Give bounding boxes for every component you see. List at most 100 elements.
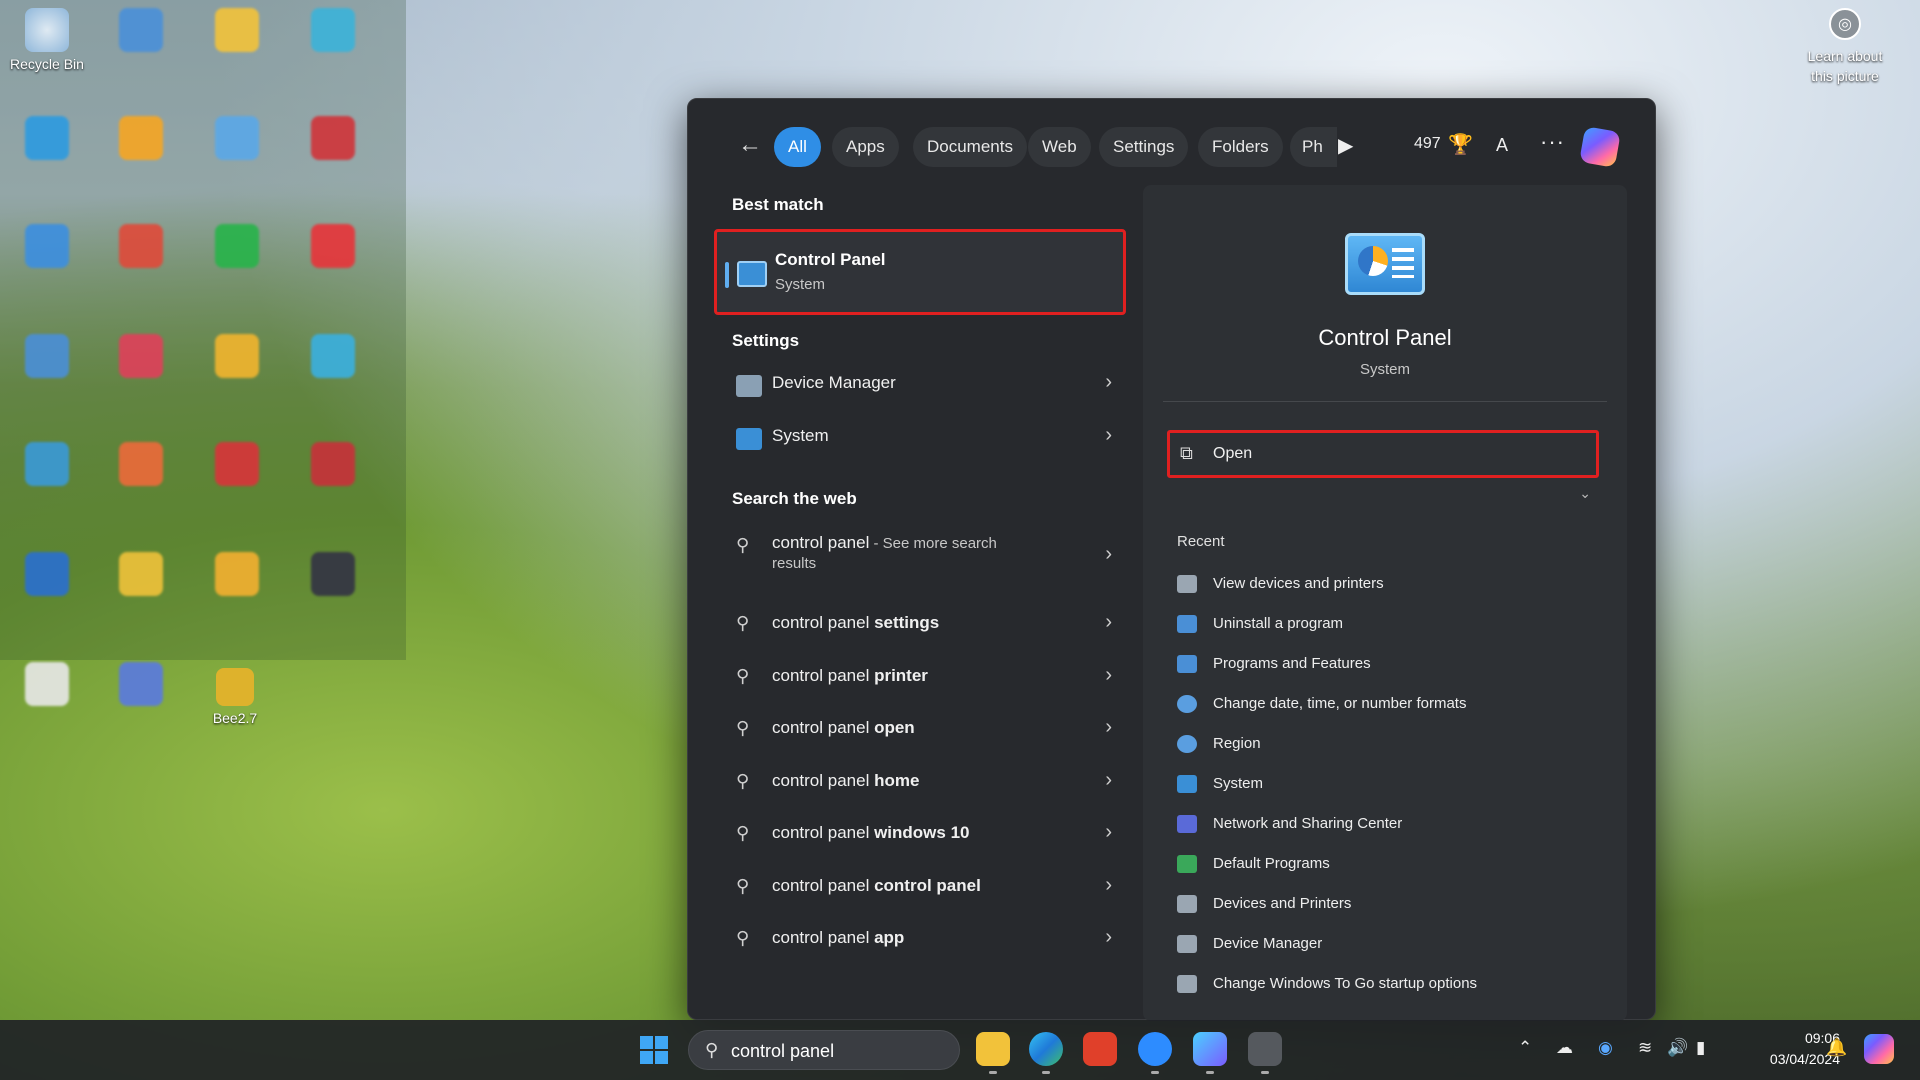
chevron-right-icon: › [1105, 926, 1112, 948]
more-options-icon[interactable]: ··· [1540, 129, 1565, 155]
desktop-shortcut[interactable] [290, 8, 376, 52]
volume-icon[interactable]: 🔊 [1667, 1038, 1688, 1058]
taskbar-search-input[interactable] [731, 1037, 951, 1065]
best-match-result[interactable]: Control Panel System [714, 229, 1126, 315]
desktop-shortcut[interactable] [194, 334, 280, 378]
app-icon[interactable] [1248, 1032, 1282, 1074]
copilot-icon[interactable] [1579, 126, 1621, 168]
usb-drive-icon [1177, 975, 1197, 993]
recent-item[interactable]: System [1177, 765, 1607, 805]
desktop-shortcut[interactable] [4, 552, 90, 596]
notifications-icon[interactable]: 🔔 [1826, 1038, 1847, 1058]
zoom-icon[interactable] [1138, 1032, 1172, 1074]
desktop-shortcut[interactable] [4, 116, 90, 160]
desktop-shortcut[interactable] [98, 552, 184, 596]
wps-office-icon[interactable] [1083, 1032, 1117, 1066]
battery-icon[interactable]: ▮ [1696, 1038, 1705, 1058]
edge-icon[interactable] [1029, 1032, 1063, 1074]
wifi-icon[interactable]: ≋ [1638, 1038, 1652, 1058]
file-explorer-icon[interactable] [976, 1032, 1010, 1074]
rewards-points[interactable]: 497 [1414, 135, 1441, 153]
zoom-tray-icon[interactable]: ◉ [1598, 1038, 1613, 1058]
recent-item[interactable]: Change Windows To Go startup options [1177, 965, 1607, 1005]
tab-documents[interactable]: Documents [913, 127, 1027, 167]
desktop-shortcut[interactable] [194, 8, 280, 52]
app-icon [119, 334, 163, 378]
desktop-shortcut[interactable] [290, 334, 376, 378]
chrome-icon [215, 334, 259, 378]
app-icon [311, 8, 355, 52]
web-result[interactable]: ⚲ control panel windows 10 › [714, 811, 1126, 859]
chevron-up-icon[interactable]: ⌃ [1518, 1038, 1532, 1058]
tab-folders[interactable]: Folders [1198, 127, 1283, 167]
web-result-text: control panel home [772, 771, 919, 791]
cloud-icon[interactable]: ☁ [1556, 1038, 1573, 1058]
recent-item[interactable]: Uninstall a program [1177, 605, 1607, 645]
desktop-shortcut[interactable] [194, 442, 280, 486]
desktop-shortcut[interactable] [290, 552, 376, 596]
recent-item-label: View devices and printers [1213, 575, 1384, 592]
app-icon[interactable] [1193, 1032, 1227, 1074]
desktop-shortcut[interactable] [98, 334, 184, 378]
desktop-shortcut[interactable] [194, 116, 280, 160]
recent-item[interactable]: Default Programs [1177, 845, 1607, 885]
recent-item[interactable]: Devices and Printers [1177, 885, 1607, 925]
bee-shortcut[interactable]: Bee2.7 [192, 668, 278, 726]
taskbar-search-box[interactable]: ⚲ [688, 1030, 960, 1070]
recent-item[interactable]: Network and Sharing Center [1177, 805, 1607, 845]
settings-item-system[interactable]: System › [714, 414, 1126, 462]
desktop-shortcut[interactable] [4, 224, 90, 268]
open-button[interactable]: ⧉ Open [1167, 430, 1599, 478]
desktop-shortcut[interactable] [98, 662, 184, 706]
scroll-tabs-icon[interactable]: ▶ [1338, 133, 1353, 158]
recent-heading: Recent [1177, 533, 1225, 550]
start-button[interactable] [640, 1036, 668, 1064]
recent-item[interactable]: Change date, time, or number formats [1177, 685, 1607, 725]
back-arrow-icon[interactable]: ← [732, 129, 768, 161]
recent-item[interactable]: View devices and printers [1177, 565, 1607, 605]
desktop-shortcut[interactable] [98, 8, 184, 52]
search-icon: ⚲ [736, 928, 750, 948]
web-result-text: control panel open [772, 718, 915, 738]
tab-settings[interactable]: Settings [1099, 127, 1189, 167]
tab-photos[interactable]: Ph [1290, 127, 1337, 167]
recent-item-label: Region [1213, 735, 1261, 752]
trophy-icon[interactable]: 🏆 [1448, 132, 1473, 157]
app-icon [215, 442, 259, 486]
desktop-shortcut[interactable] [98, 442, 184, 486]
recycle-bin-shortcut[interactable]: Recycle Bin [4, 8, 90, 72]
desktop-shortcut[interactable] [4, 662, 90, 706]
tab-web[interactable]: Web [1028, 127, 1091, 167]
account-avatar[interactable]: A [1496, 135, 1508, 156]
web-result[interactable]: ⚲ control panel app › [714, 916, 1126, 964]
recent-item[interactable]: Region [1177, 725, 1607, 765]
recent-item[interactable]: Programs and Features [1177, 645, 1607, 685]
desktop-shortcut[interactable] [194, 224, 280, 268]
desktop-shortcut[interactable] [98, 224, 184, 268]
web-result[interactable]: ⚲ control panel open › [714, 706, 1126, 754]
web-result-completion: settings [874, 613, 940, 632]
desktop-shortcut[interactable] [4, 442, 90, 486]
recent-item-label: Programs and Features [1213, 655, 1371, 672]
tab-all[interactable]: All [774, 127, 821, 167]
copilot-icon[interactable] [1864, 1034, 1894, 1064]
desktop-shortcut[interactable] [290, 116, 376, 160]
web-result[interactable]: ⚲ control panel settings › [714, 601, 1126, 649]
web-result-suffix-line2: results [772, 555, 817, 572]
web-result[interactable]: ⚲ control panel - See more search result… [714, 523, 1126, 587]
desktop-shortcut[interactable] [194, 552, 280, 596]
web-result[interactable]: ⚲ control panel control panel › [714, 864, 1126, 912]
learn-about-picture[interactable]: ◎ Learn about this picture [1800, 8, 1890, 86]
desktop-shortcut[interactable] [4, 334, 90, 378]
desktop-shortcut[interactable] [98, 116, 184, 160]
settings-item-device-manager[interactable]: Device Manager › [714, 361, 1126, 409]
web-result[interactable]: ⚲ control panel printer › [714, 654, 1126, 702]
app-icon [119, 116, 163, 160]
web-result-completion: open [874, 718, 915, 737]
chevron-down-icon[interactable]: ⌄ [1579, 485, 1591, 502]
recent-item[interactable]: Device Manager [1177, 925, 1607, 965]
desktop-shortcut[interactable] [290, 442, 376, 486]
desktop-shortcut[interactable] [290, 224, 376, 268]
tab-apps[interactable]: Apps [832, 127, 899, 167]
web-result[interactable]: ⚲ control panel home › [714, 759, 1126, 807]
